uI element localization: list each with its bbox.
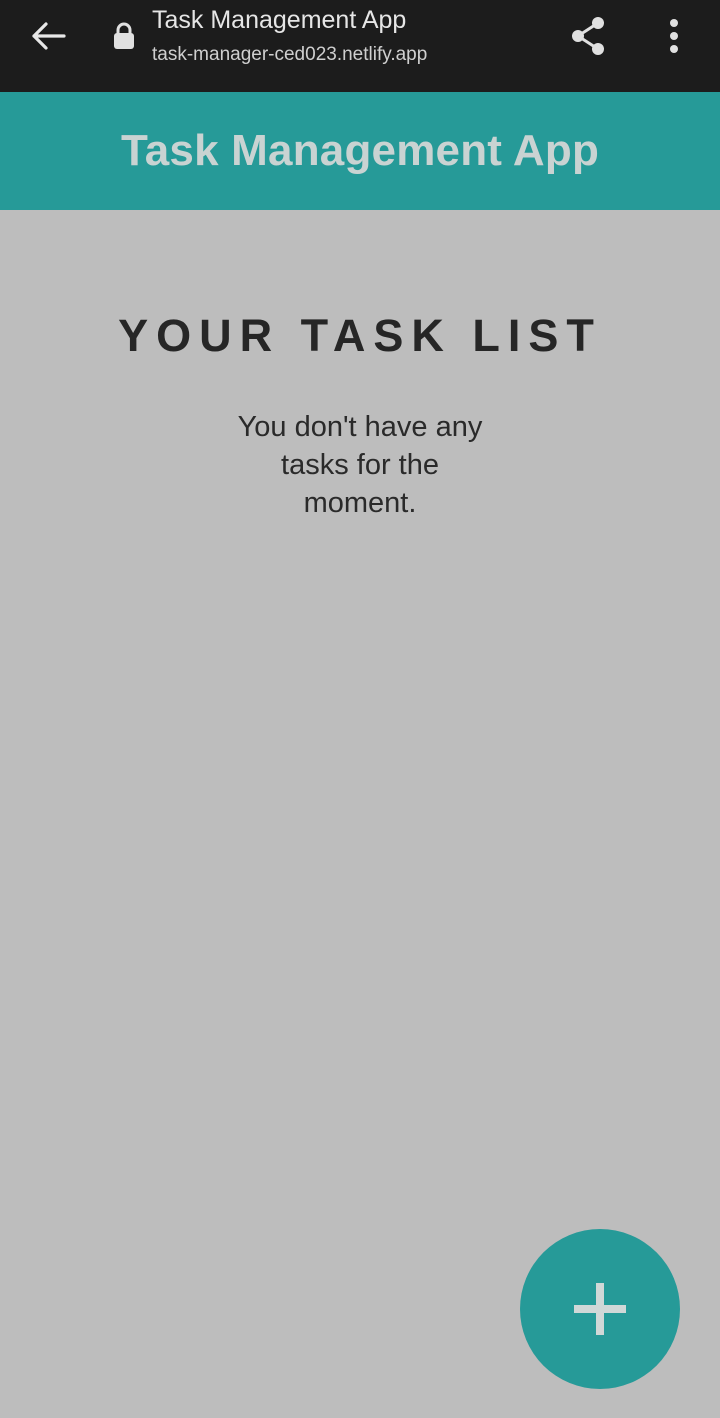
add-task-button[interactable]: [520, 1229, 680, 1389]
more-options-button[interactable]: [650, 10, 698, 62]
tab-title: Task Management App: [152, 6, 407, 34]
plus-icon: [574, 1283, 626, 1335]
more-vert-icon: [670, 19, 678, 53]
browser-toolbar: Task Management App task-manager-ced023.…: [0, 0, 720, 92]
task-list-heading: YOUR TASK LIST: [118, 310, 602, 361]
arrow-left-icon: [32, 22, 66, 50]
share-button[interactable]: [562, 10, 614, 62]
url-text[interactable]: task-manager-ced023.netlify.app: [152, 42, 427, 68]
app-header: Task Management App: [0, 92, 720, 210]
share-icon: [572, 17, 604, 55]
back-button[interactable]: [22, 12, 74, 60]
lock-icon: [110, 20, 138, 52]
app-title: Task Management App: [120, 126, 600, 175]
empty-state-message: You don't have any tasks for the moment.: [237, 411, 483, 519]
